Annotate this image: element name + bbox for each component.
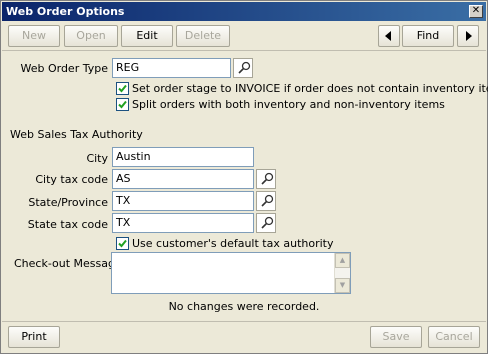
set-stage-label: Set order stage to INVOICE if order does… (132, 82, 488, 95)
default-tax-authority-checkbox[interactable] (116, 237, 129, 250)
city-tax-code-field[interactable]: AS (112, 169, 254, 189)
city-field[interactable]: Austin (112, 147, 254, 167)
bottom-button-bar: Print Save Cancel (2, 321, 486, 353)
scroll-down-button[interactable]: ▼ (335, 278, 350, 293)
checkout-message-textarea[interactable]: ▲ ▼ (111, 252, 351, 294)
web-order-type-lookup-button[interactable] (233, 58, 253, 78)
tax-section-heading: Web Sales Tax Authority (10, 128, 143, 141)
split-orders-checkbox[interactable] (116, 98, 129, 111)
scroll-up-button[interactable]: ▲ (335, 253, 350, 268)
checkmark-icon (118, 239, 127, 248)
triangle-up-icon: ▲ (339, 256, 346, 264)
web-order-type-label: Web Order Type (20, 62, 108, 75)
state-tax-code-lookup-button[interactable] (256, 213, 276, 233)
search-icon (261, 216, 274, 229)
state-lookup-button[interactable] (256, 191, 276, 211)
city-tax-code-label: City tax code (35, 173, 108, 186)
cancel-button[interactable]: Cancel (428, 326, 480, 348)
set-stage-checkbox[interactable] (116, 82, 129, 95)
city-tax-code-lookup-button[interactable] (256, 169, 276, 189)
status-message: No changes were recorded. (168, 300, 320, 313)
search-icon (238, 61, 251, 74)
checkmark-icon (118, 100, 127, 109)
vertical-scrollbar[interactable]: ▲ ▼ (334, 253, 350, 293)
default-tax-authority-label: Use customer's default tax authority (132, 237, 334, 250)
search-icon (261, 194, 274, 207)
state-field[interactable]: TX (112, 191, 254, 211)
state-tax-code-label: State tax code (27, 218, 108, 231)
print-button[interactable]: Print (8, 326, 60, 348)
split-orders-label: Split orders with both inventory and non… (132, 98, 445, 111)
save-button[interactable]: Save (370, 326, 422, 348)
city-label: City (86, 152, 108, 165)
triangle-down-icon: ▼ (339, 281, 346, 289)
checkout-message-label: Check-out Message (14, 257, 122, 270)
form-body: Web Order Type REG Set order stage to IN… (1, 1, 488, 353)
search-icon (261, 172, 274, 185)
state-tax-code-field[interactable]: TX (112, 213, 254, 233)
dialog-window: Web Order Options ✕ New Open Edit Delete… (0, 0, 488, 354)
checkmark-icon (118, 84, 127, 93)
web-order-type-field[interactable]: REG (112, 58, 231, 78)
state-label: State/Province (28, 196, 108, 209)
